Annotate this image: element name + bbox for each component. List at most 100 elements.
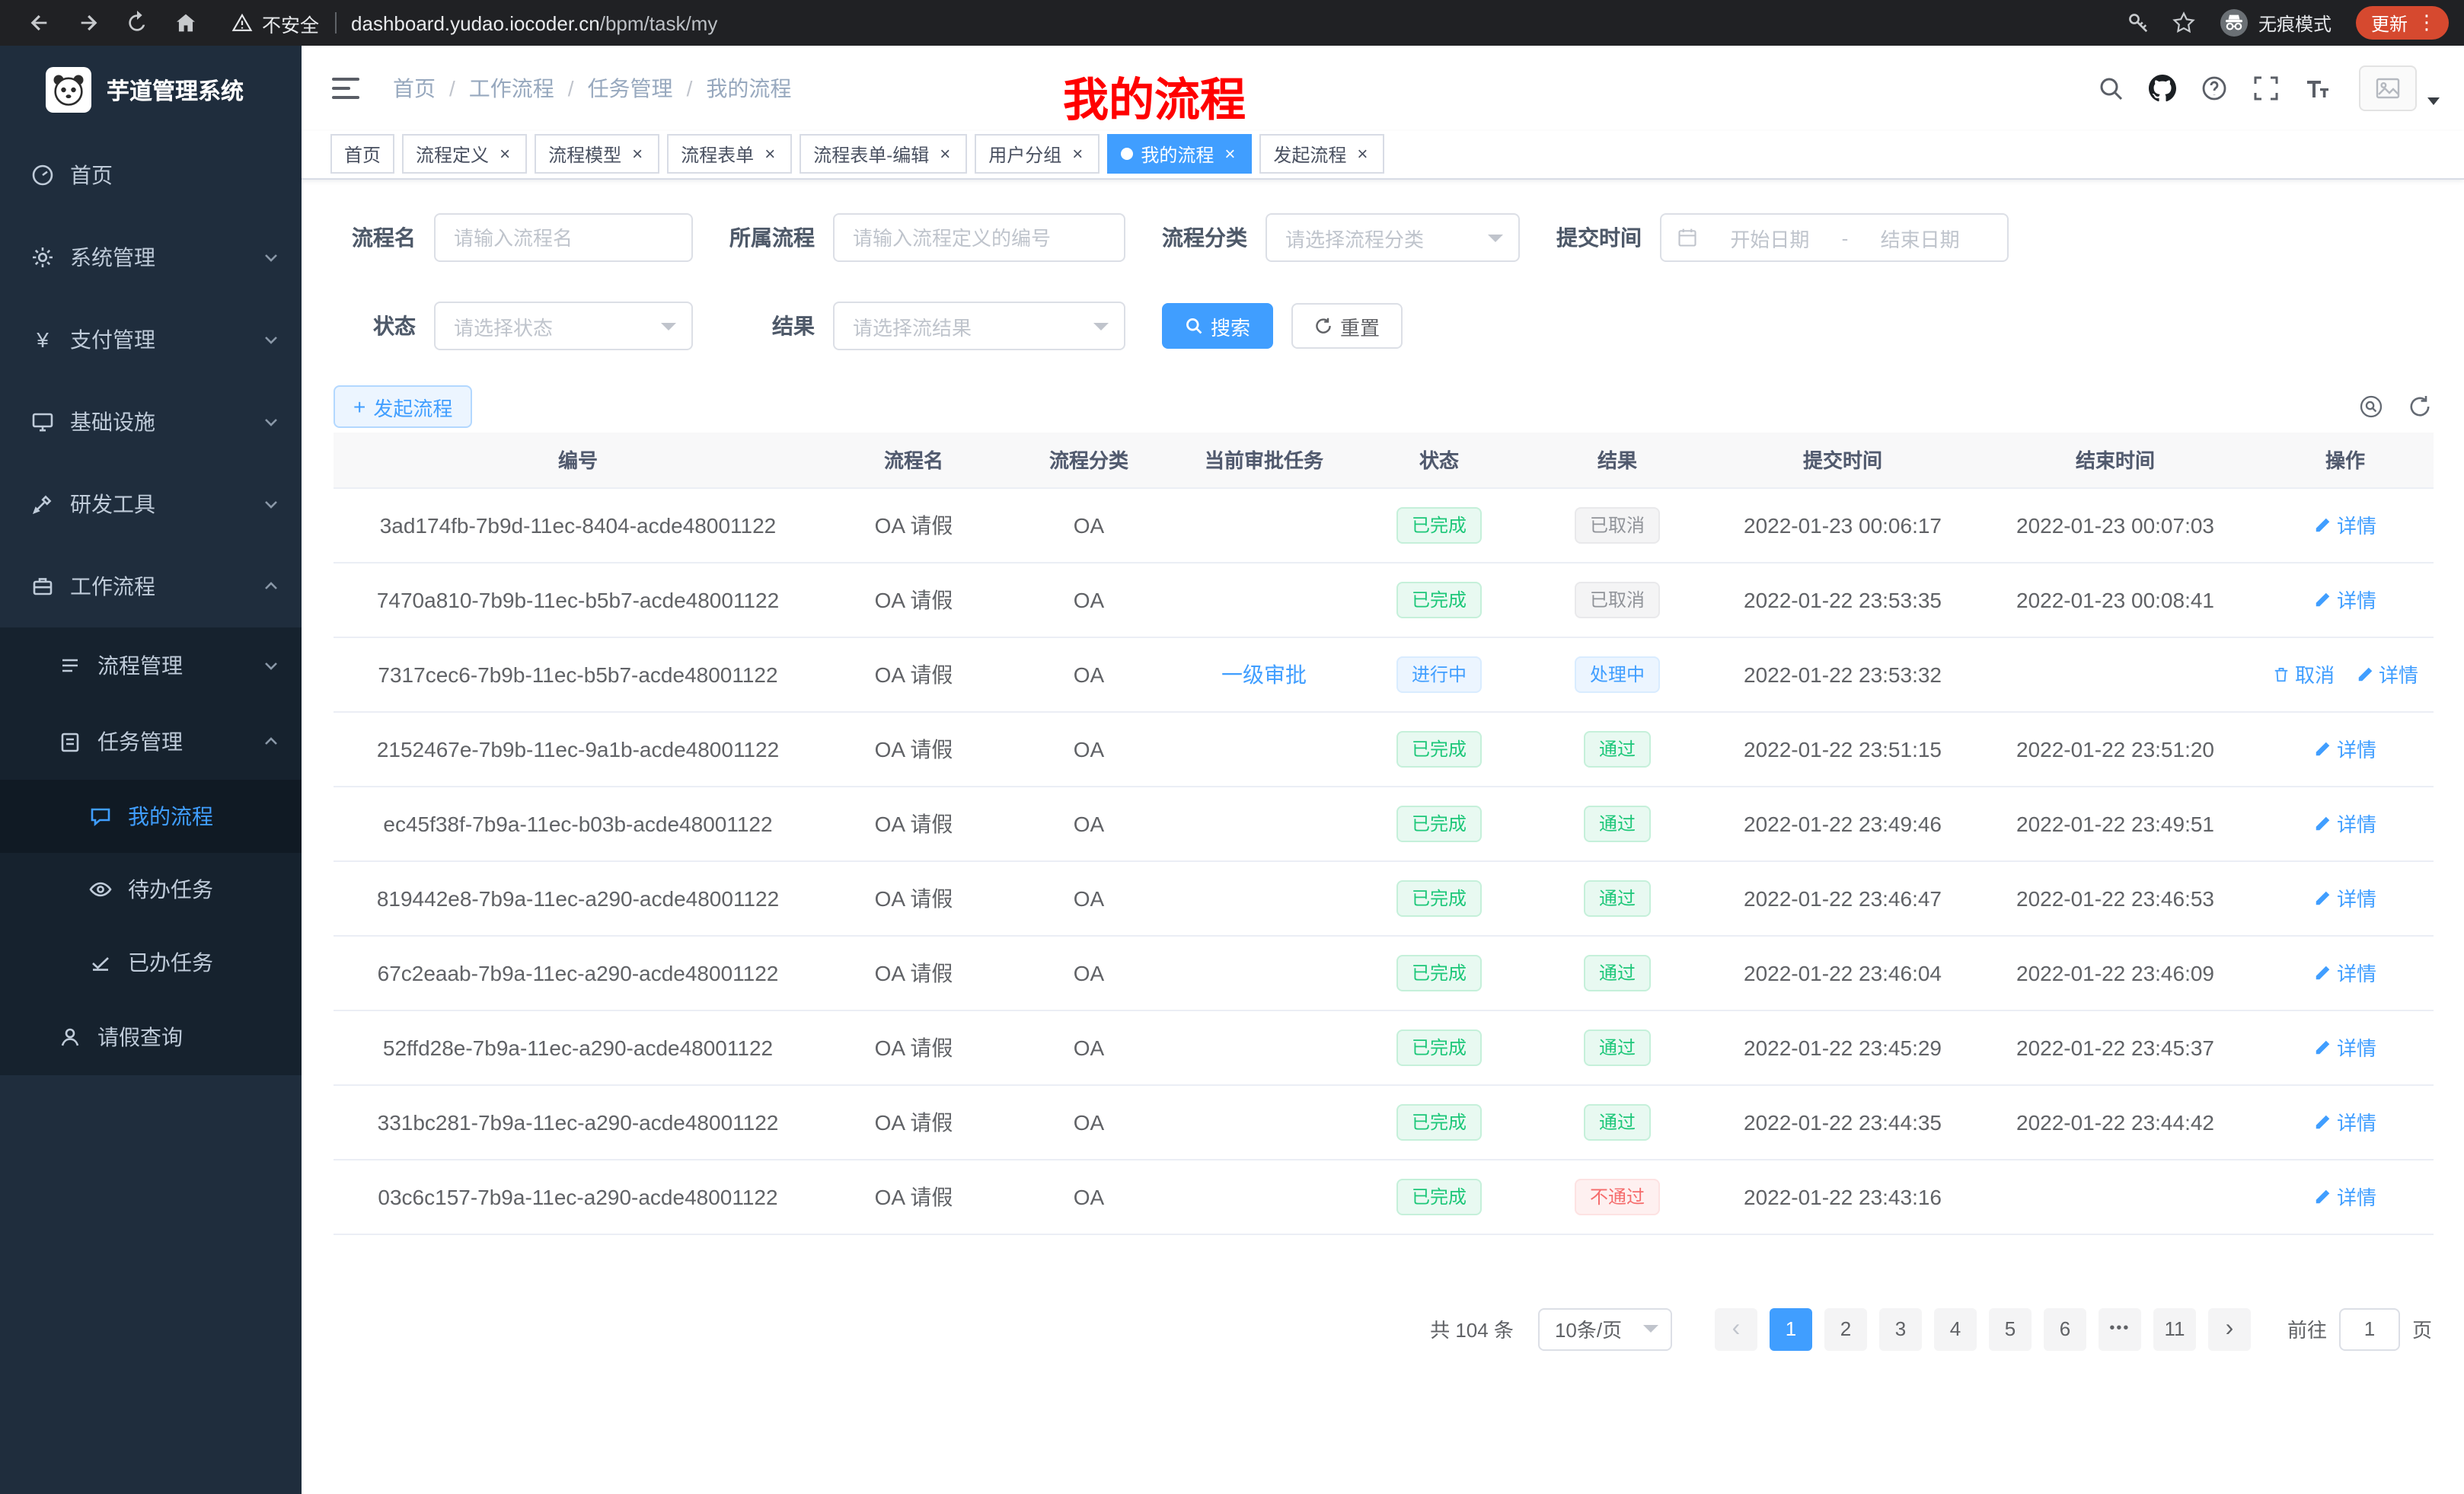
fullscreen-icon[interactable] — [2252, 75, 2280, 102]
password-key-icon[interactable] — [2126, 11, 2150, 35]
detail-link[interactable]: 详情 — [2314, 734, 2376, 763]
breadcrumb-separator: / — [449, 76, 455, 101]
close-icon[interactable]: × — [1069, 143, 1086, 164]
sidebar-item-todo-tasks[interactable]: 待办任务 — [0, 853, 302, 926]
detail-link[interactable]: 详情 — [2314, 1107, 2376, 1136]
page-button-2[interactable]: 2 — [1824, 1307, 1867, 1350]
status-select[interactable]: 请选择状态 — [434, 302, 693, 350]
tab-process-model[interactable]: 流程模型× — [535, 134, 659, 174]
breadcrumb-workflow[interactable]: 工作流程 — [469, 73, 554, 104]
breadcrumb-home[interactable]: 首页 — [393, 73, 436, 104]
category-select[interactable]: 请选择流程分类 — [1266, 213, 1520, 262]
page-button-4[interactable]: 4 — [1934, 1307, 1977, 1350]
detail-link[interactable]: 详情 — [2314, 958, 2376, 987]
breadcrumb-task-management[interactable]: 任务管理 — [588, 73, 673, 104]
detail-link[interactable]: 详情 — [2314, 809, 2376, 838]
result-badge: 通过 — [1584, 879, 1651, 916]
bookmark-star-icon[interactable] — [2172, 11, 2196, 35]
next-page-button[interactable]: › — [2208, 1307, 2251, 1350]
page-button-5[interactable]: 5 — [1989, 1307, 2032, 1350]
sidebar-item-process-management[interactable]: 流程管理 — [0, 627, 302, 704]
chrome-actions: 无痕模式 更新 ⋮ — [2115, 6, 2449, 40]
sidebar: 芋道管理系统 首页 系统管理 ¥ 支付管理 基础设施 — [0, 46, 302, 1494]
forward-icon[interactable] — [76, 11, 101, 35]
sidebar-item-done-tasks[interactable]: 已办任务 — [0, 926, 302, 999]
breadcrumb-current: 我的流程 — [706, 73, 791, 104]
date-range-picker[interactable]: 开始日期 - 结束日期 — [1660, 213, 2009, 262]
refresh-table-icon[interactable] — [2408, 394, 2432, 419]
sidebar-item-my-process[interactable]: 我的流程 — [0, 780, 302, 853]
result-badge: 不通过 — [1575, 1178, 1660, 1215]
address-bar[interactable]: 不安全 dashboard.yudao.iocoder.cn/bpm/task/… — [231, 8, 2115, 37]
sidebar-item-home[interactable]: 首页 — [0, 134, 302, 216]
date-separator: - — [1842, 226, 1849, 249]
detail-link[interactable]: 详情 — [2314, 1182, 2376, 1211]
page-button-1[interactable]: 1 — [1770, 1307, 1812, 1350]
close-icon[interactable]: × — [937, 143, 953, 164]
toggle-search-icon[interactable] — [2359, 394, 2383, 419]
sidebar-item-dev-tools[interactable]: 研发工具 — [0, 463, 302, 545]
sidebar-item-task-management[interactable]: 任务管理 — [0, 704, 302, 780]
page-size-select[interactable]: 10条/页 — [1538, 1307, 1672, 1350]
search-icon[interactable] — [2097, 75, 2124, 102]
result-select[interactable]: 请选择流结果 — [833, 302, 1125, 350]
tab-process-form-edit[interactable]: 流程表单-编辑× — [800, 134, 967, 174]
owner-process-label: 所属流程 — [729, 222, 833, 253]
current-task-link[interactable]: 一级审批 — [1221, 662, 1307, 686]
detail-link[interactable]: 详情 — [2314, 585, 2376, 614]
browser-update-button[interactable]: 更新 ⋮ — [2356, 6, 2449, 40]
tab-home[interactable]: 首页 — [330, 134, 394, 174]
sidebar-item-workflow[interactable]: 工作流程 — [0, 545, 302, 627]
cell-end-time: 2022-01-22 23:44:42 — [1974, 1084, 2257, 1159]
screen: 不安全 dashboard.yudao.iocoder.cn/bpm/task/… — [0, 0, 2464, 1494]
detail-link[interactable]: 详情 — [2314, 883, 2376, 912]
sidebar-item-infrastructure[interactable]: 基础设施 — [0, 381, 302, 463]
browser-menu-icon[interactable]: ⋮ — [2417, 11, 2437, 35]
back-icon[interactable] — [27, 11, 52, 35]
home-icon[interactable] — [174, 11, 198, 35]
tab-my-process[interactable]: 我的流程× — [1107, 134, 1252, 174]
page-button-11[interactable]: 11 — [2153, 1307, 2196, 1350]
cell-category: OA — [1005, 562, 1173, 637]
result-badge: 通过 — [1584, 730, 1651, 767]
cell-result: 处理中 — [1523, 637, 1712, 711]
prev-page-button[interactable]: ‹ — [1715, 1307, 1757, 1350]
close-icon[interactable]: × — [629, 143, 646, 164]
tab-start-process[interactable]: 发起流程× — [1259, 134, 1384, 174]
close-icon[interactable]: × — [761, 143, 778, 164]
tab-process-definition[interactable]: 流程定义× — [402, 134, 527, 174]
tab-user-group[interactable]: 用户分组× — [975, 134, 1100, 174]
user-avatar-menu[interactable] — [2359, 65, 2440, 111]
incognito-profile[interactable]: 无痕模式 — [2219, 8, 2332, 38]
detail-link[interactable]: 详情 — [2314, 1033, 2376, 1061]
sidebar-item-payment[interactable]: ¥ 支付管理 — [0, 298, 302, 381]
goto-page-input[interactable] — [2339, 1307, 2400, 1350]
github-icon[interactable] — [2149, 75, 2176, 102]
search-button[interactable]: 搜索 — [1162, 303, 1273, 349]
reset-button[interactable]: 重置 — [1291, 303, 1403, 349]
status-badge: 已完成 — [1396, 730, 1482, 767]
owner-process-input[interactable] — [833, 213, 1125, 262]
logo[interactable]: 芋道管理系统 — [0, 46, 302, 134]
page-button-3[interactable]: 3 — [1879, 1307, 1922, 1350]
more-pages-button[interactable]: ••• — [2099, 1307, 2141, 1350]
close-icon[interactable]: × — [496, 143, 513, 164]
sidebar-item-system[interactable]: 系统管理 — [0, 216, 302, 298]
column-id: 编号 — [334, 433, 822, 487]
cancel-link[interactable]: 取消 — [2272, 659, 2335, 688]
start-process-button[interactable]: + 发起流程 — [334, 385, 472, 428]
process-name-input[interactable] — [434, 213, 693, 262]
detail-link[interactable]: 详情 — [2356, 659, 2418, 688]
tab-process-form[interactable]: 流程表单× — [667, 134, 792, 174]
cell-actions: 详情 — [2257, 860, 2434, 935]
page-button-6[interactable]: 6 — [2044, 1307, 2086, 1350]
hamburger-icon[interactable] — [332, 78, 359, 99]
sidebar-item-leave-query[interactable]: 请假查询 — [0, 999, 302, 1075]
reload-icon[interactable] — [125, 11, 149, 35]
detail-link[interactable]: 详情 — [2314, 510, 2376, 539]
help-icon[interactable] — [2201, 75, 2228, 102]
close-icon[interactable]: × — [1221, 143, 1238, 164]
close-icon[interactable]: × — [1354, 143, 1371, 164]
column-end-time: 结束时间 — [1974, 433, 2257, 487]
font-size-icon[interactable] — [2304, 75, 2332, 102]
